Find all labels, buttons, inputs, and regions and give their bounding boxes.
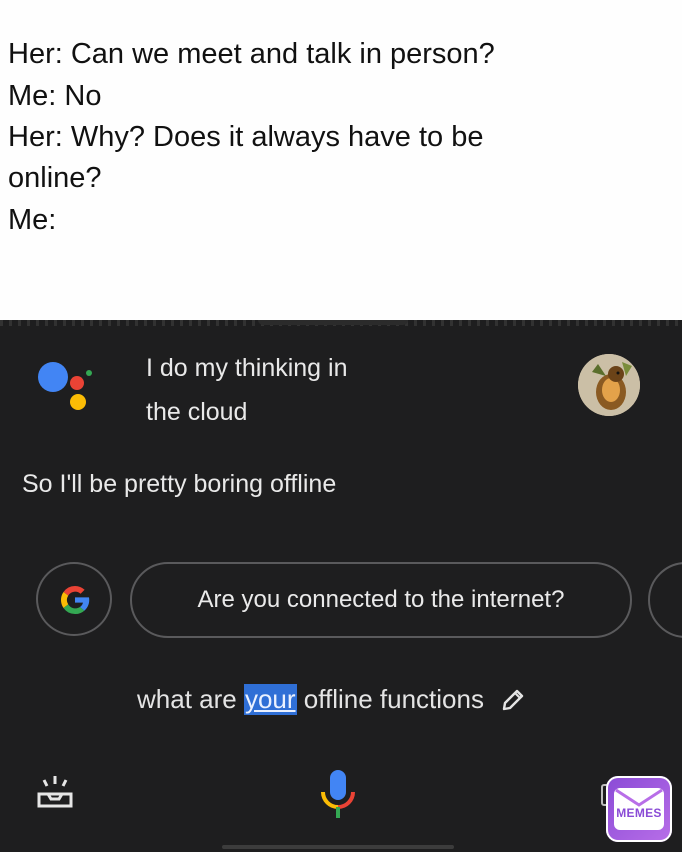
avatar-image: [578, 354, 640, 416]
home-indicator[interactable]: [222, 845, 454, 849]
microphone-icon[interactable]: [318, 768, 358, 824]
caption-line: Her: Can we meet and talk in person?: [8, 38, 495, 70]
google-search-chip[interactable]: [36, 562, 112, 636]
assistant-followup: So I'll be pretty boring offline: [22, 470, 337, 498]
query-text: offline functions: [296, 684, 484, 714]
caption-line: Me:: [8, 204, 57, 236]
explore-tray-icon[interactable]: [36, 772, 76, 812]
suggestion-chip-partial[interactable]: [648, 562, 682, 638]
caption-line: online?: [8, 162, 102, 194]
google-g-icon: [60, 586, 90, 615]
envelope-flap-icon: [615, 788, 663, 807]
assistant-reply-line: the cloud: [146, 398, 248, 426]
assistant-reply: I do my thinking in the cloud: [146, 346, 446, 434]
suggestion-chip[interactable]: Are you connected to the internet?: [130, 562, 632, 638]
caption-line: Her: Why? Does it always have to be: [8, 121, 484, 153]
assistant-reply-line: I do my thinking in: [146, 354, 348, 382]
query-text: what are: [137, 684, 244, 714]
memes-logo-label: MEMES: [616, 806, 662, 820]
caption-line: Me: No: [8, 80, 102, 112]
pencil-icon[interactable]: [500, 687, 526, 713]
google-assistant-icon: [36, 356, 102, 416]
user-query[interactable]: what are your offline functions: [137, 684, 526, 715]
assistant-screen: I do my thinking in the cloud So I'll be…: [0, 320, 682, 852]
meme-caption: Her: Can we meet and talk in person? Me:…: [0, 0, 682, 320]
memes-logo: MEMES: [606, 776, 672, 842]
status-bar-notch: [258, 320, 408, 325]
query-highlighted-word: your: [243, 684, 297, 715]
user-avatar[interactable]: [578, 354, 640, 416]
